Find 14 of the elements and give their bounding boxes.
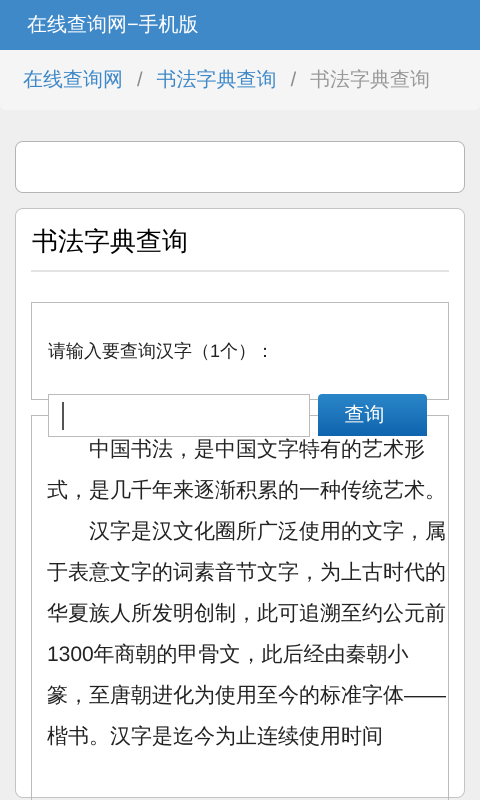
paragraph: 中国书法，是中国文字特有的艺术形式，是几千年来逐渐积累的一种传统艺术。 — [47, 437, 447, 504]
site-title: 在线查询网−手机版 — [27, 13, 199, 38]
breadcrumb-separator: / — [290, 68, 296, 93]
query-button[interactable]: 查询 — [318, 394, 427, 436]
breadcrumb-separator: / — [137, 68, 143, 93]
search-field[interactable] — [15, 141, 465, 193]
panel-title: 书法字典查询 — [31, 225, 189, 258]
breadcrumb-link[interactable]: 书法字典查询 — [156, 65, 277, 95]
paragraph: 汉字是汉文化圈所广泛使用的文字，属于表意文字的词素音节文字，为上古时代的华夏族人所发明创制，此可追溯至约公元前1300年商朝的甲骨文，此后经由秦朝小篆，至唐朝进化为使用至今的标准字体——楷书。汉字是迄今为止连续使用时间 — [47, 519, 447, 750]
character-input[interactable] — [48, 394, 310, 437]
prompt-label: 请输入要查询汉字（1个）： — [48, 340, 274, 362]
text-cursor — [62, 402, 64, 430]
breadcrumb-current: 书法字典查询 — [310, 68, 430, 93]
breadcrumb-link[interactable]: 在线查询网 — [23, 65, 123, 95]
